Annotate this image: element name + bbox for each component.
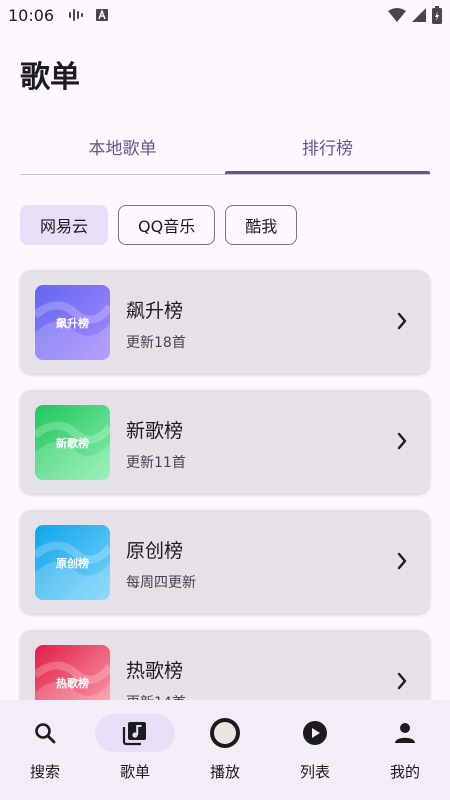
chip-qq-music[interactable]: QQ音乐 <box>118 205 216 245</box>
bottom-navigation: 搜索 歌单 播放 列表 我的 <box>0 700 450 800</box>
source-chip-group: 网易云 QQ音乐 酷我 <box>20 205 298 245</box>
status-time: 10:06 <box>8 5 55 25</box>
audio-wave-icon <box>69 9 84 21</box>
chart-name: 新歌榜 <box>126 420 184 442</box>
battery-icon <box>432 6 442 24</box>
chart-subtitle: 更新18首 <box>126 335 186 351</box>
chart-cover: 新歌榜 <box>35 405 110 480</box>
chart-subtitle: 每周四更新 <box>126 575 196 591</box>
keyboard-a-icon <box>96 9 109 21</box>
chevron-right-icon <box>397 552 407 570</box>
chevron-right-icon <box>397 312 407 330</box>
nav-active-indicator <box>95 714 175 752</box>
chart-cover: 飙升榜 <box>35 285 110 360</box>
play-circle-icon <box>303 721 327 745</box>
chip-netease[interactable]: 网易云 <box>20 205 109 245</box>
nav-label: 我的 <box>389 763 420 781</box>
cover-label: 飙升榜 <box>56 316 89 330</box>
status-bar: 10:06 <box>0 0 450 30</box>
person-icon <box>395 723 415 743</box>
chart-card[interactable]: 飙升榜 飙升榜 更新18首 <box>20 270 430 374</box>
chart-cover: 原创榜 <box>35 525 110 600</box>
page-title: 歌单 <box>20 60 80 95</box>
search-icon <box>35 723 56 744</box>
nav-profile[interactable]: 我的 <box>360 700 450 800</box>
chart-card[interactable]: 新歌榜 新歌榜 更新11首 <box>20 390 430 494</box>
cover-label: 新歌榜 <box>56 436 89 450</box>
tab-charts[interactable]: 排行榜 <box>225 118 430 174</box>
chevron-right-icon <box>397 432 407 450</box>
tab-local-playlists[interactable]: 本地歌单 <box>20 118 225 174</box>
playlist-icon <box>122 722 146 746</box>
chart-name: 热歌榜 <box>126 660 184 682</box>
cover-label: 原创榜 <box>56 556 89 570</box>
tab-divider <box>20 174 430 175</box>
player-disc-icon <box>210 718 240 748</box>
nav-label: 列表 <box>299 763 330 781</box>
nav-label: 搜索 <box>29 763 60 781</box>
signal-icon <box>412 8 426 22</box>
chart-name: 原创榜 <box>126 540 184 562</box>
tab-indicator <box>225 171 430 174</box>
chart-name: 飙升榜 <box>126 300 184 322</box>
chart-subtitle: 更新11首 <box>126 455 186 471</box>
nav-label: 播放 <box>209 763 240 781</box>
chart-card[interactable]: 原创榜 原创榜 每周四更新 <box>20 510 430 614</box>
nav-playlists[interactable]: 歌单 <box>90 700 180 800</box>
nav-player[interactable]: 播放 <box>180 700 270 800</box>
chevron-right-icon <box>397 672 407 690</box>
chip-kuwo[interactable]: 酷我 <box>225 205 298 245</box>
nav-queue[interactable]: 列表 <box>270 700 360 800</box>
nav-label: 歌单 <box>119 763 150 781</box>
tab-bar: 本地歌单 排行榜 <box>20 118 430 176</box>
nav-search[interactable]: 搜索 <box>0 700 90 800</box>
wifi-icon <box>388 8 406 22</box>
